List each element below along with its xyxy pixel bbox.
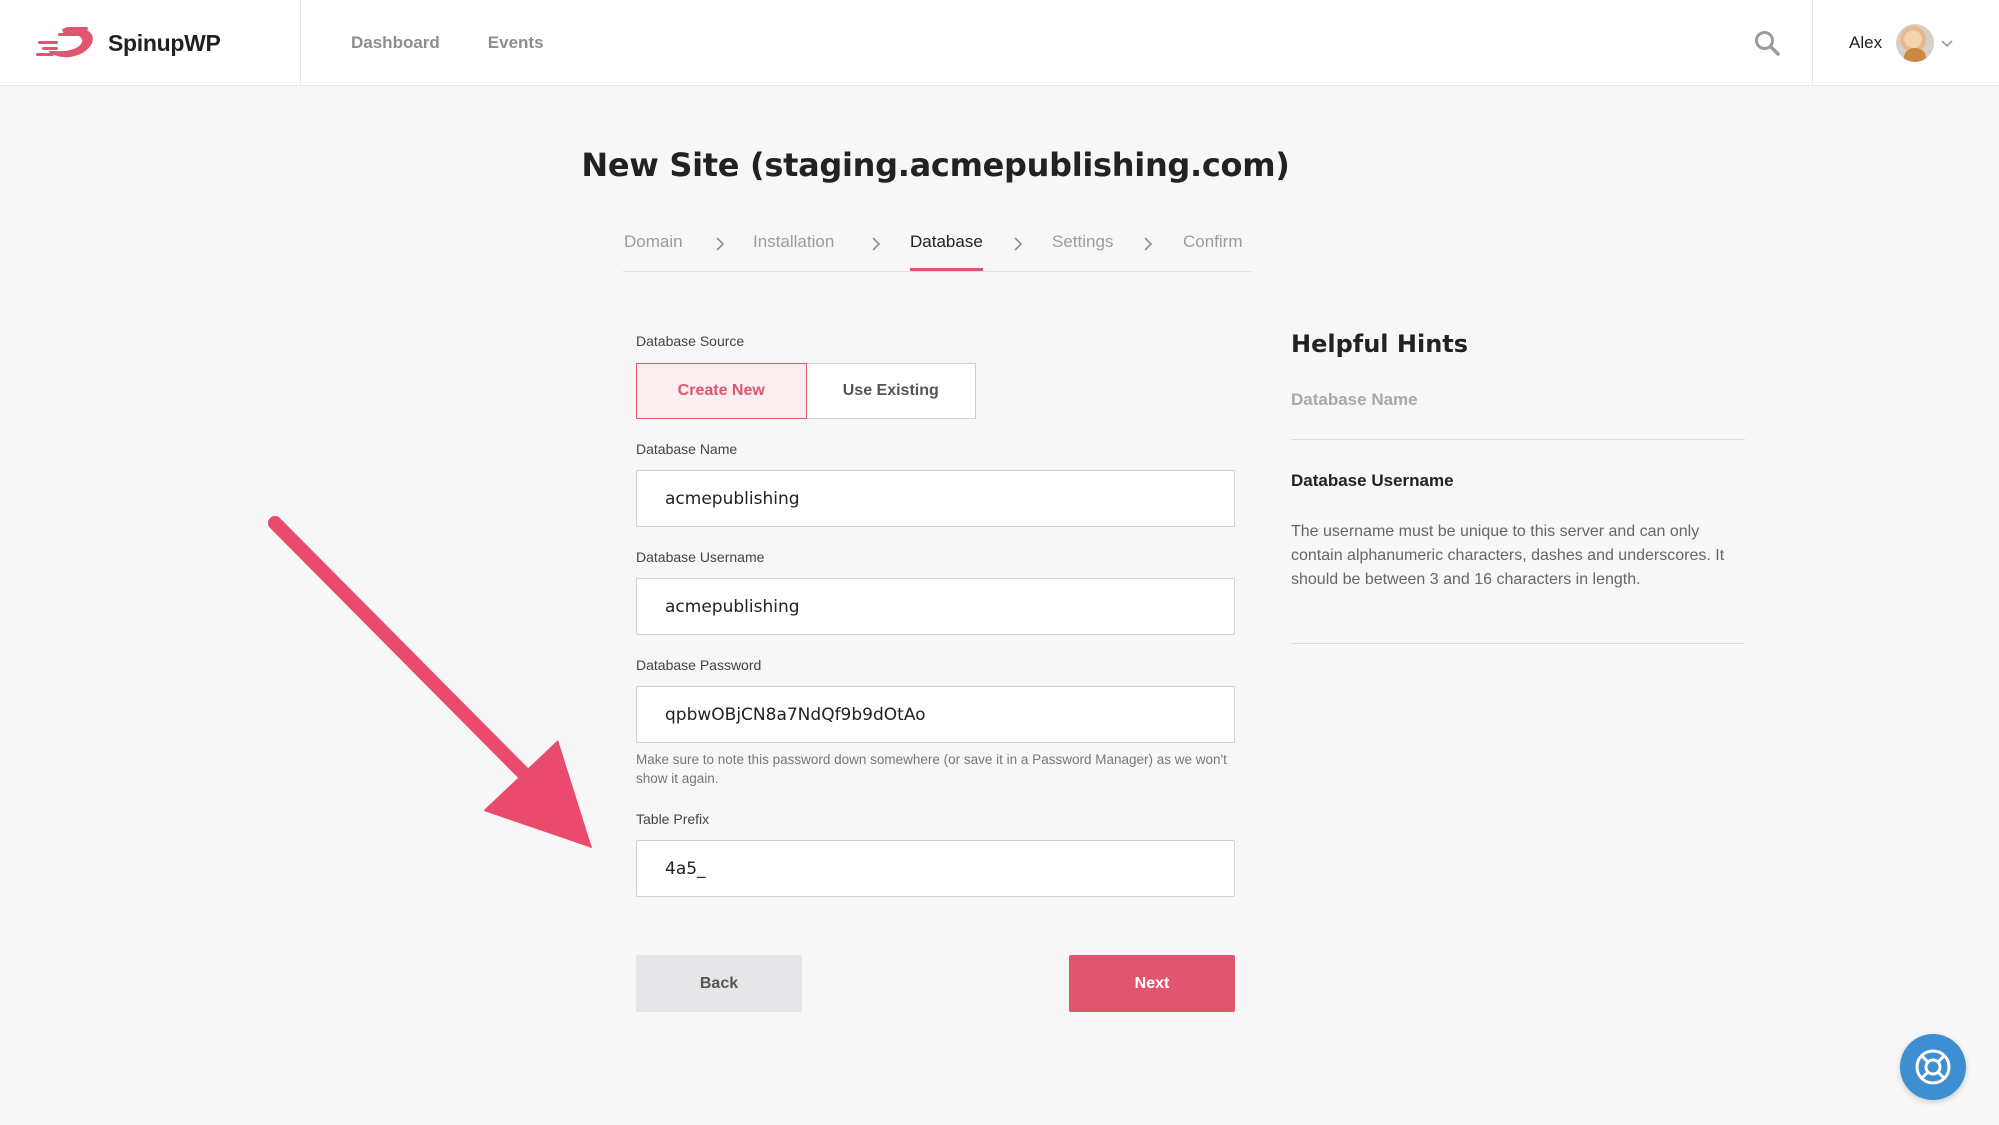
help-button[interactable] xyxy=(1900,1034,1966,1100)
hint-divider xyxy=(1291,643,1745,644)
helpful-hints-title: Helpful Hints xyxy=(1291,330,1469,358)
create-new-button[interactable]: Create New xyxy=(636,363,807,419)
user-menu[interactable]: Alex xyxy=(1812,0,1999,86)
database-name-label: Database Name xyxy=(636,441,738,457)
nav-item-events[interactable]: Events xyxy=(488,33,544,53)
spinupwp-logo-icon xyxy=(36,27,93,58)
user-name: Alex xyxy=(1849,33,1883,52)
main-nav: Dashboard Events xyxy=(351,0,544,86)
database-password-label: Database Password xyxy=(636,657,762,673)
back-button[interactable]: Back xyxy=(636,955,802,1012)
chevron-right-icon xyxy=(1144,237,1153,251)
brand-name: SpinupWP xyxy=(108,29,221,56)
database-password-input[interactable] xyxy=(636,686,1235,743)
chevron-right-icon xyxy=(1014,237,1023,251)
step-database[interactable]: Database xyxy=(910,232,983,271)
database-source-toggle: Create New Use Existing xyxy=(636,363,976,419)
database-source-label: Database Source xyxy=(636,333,745,349)
hint-database-username-body: The username must be unique to this serv… xyxy=(1291,523,1725,588)
top-navigation-bar: SpinupWP Dashboard Events Alex xyxy=(0,0,1999,86)
step-domain[interactable]: Domain xyxy=(624,232,683,252)
page-title: New Site (staging.acmepublishing.com) xyxy=(581,146,1290,184)
wizard-steps: Domain Installation Database Settings Co… xyxy=(623,228,1251,272)
nav-item-dashboard[interactable]: Dashboard xyxy=(351,33,440,53)
hint-database-name[interactable]: Database Name xyxy=(1291,390,1418,410)
database-username-label: Database Username xyxy=(636,549,765,565)
table-prefix-label: Table Prefix xyxy=(636,811,710,827)
chevron-down-icon xyxy=(1941,40,1953,48)
database-username-input[interactable] xyxy=(636,578,1235,635)
avatar xyxy=(1896,24,1935,62)
step-installation[interactable]: Installation xyxy=(753,232,834,252)
password-note: Make sure to note this password down som… xyxy=(636,752,1227,786)
database-name-input[interactable] xyxy=(636,470,1235,527)
logo-link[interactable]: SpinupWP xyxy=(0,0,301,86)
search-icon[interactable] xyxy=(1752,28,1782,58)
table-prefix-input[interactable] xyxy=(636,840,1235,897)
hint-divider xyxy=(1291,439,1745,440)
next-button[interactable]: Next xyxy=(1069,955,1235,1012)
step-confirm[interactable]: Confirm xyxy=(1183,232,1243,252)
use-existing-button[interactable]: Use Existing xyxy=(806,363,976,419)
hint-database-username[interactable]: Database Username xyxy=(1291,471,1454,491)
step-settings[interactable]: Settings xyxy=(1052,232,1113,252)
lifebuoy-icon xyxy=(1915,1049,1951,1085)
chevron-right-icon xyxy=(716,237,725,251)
chevron-right-icon xyxy=(872,237,881,251)
